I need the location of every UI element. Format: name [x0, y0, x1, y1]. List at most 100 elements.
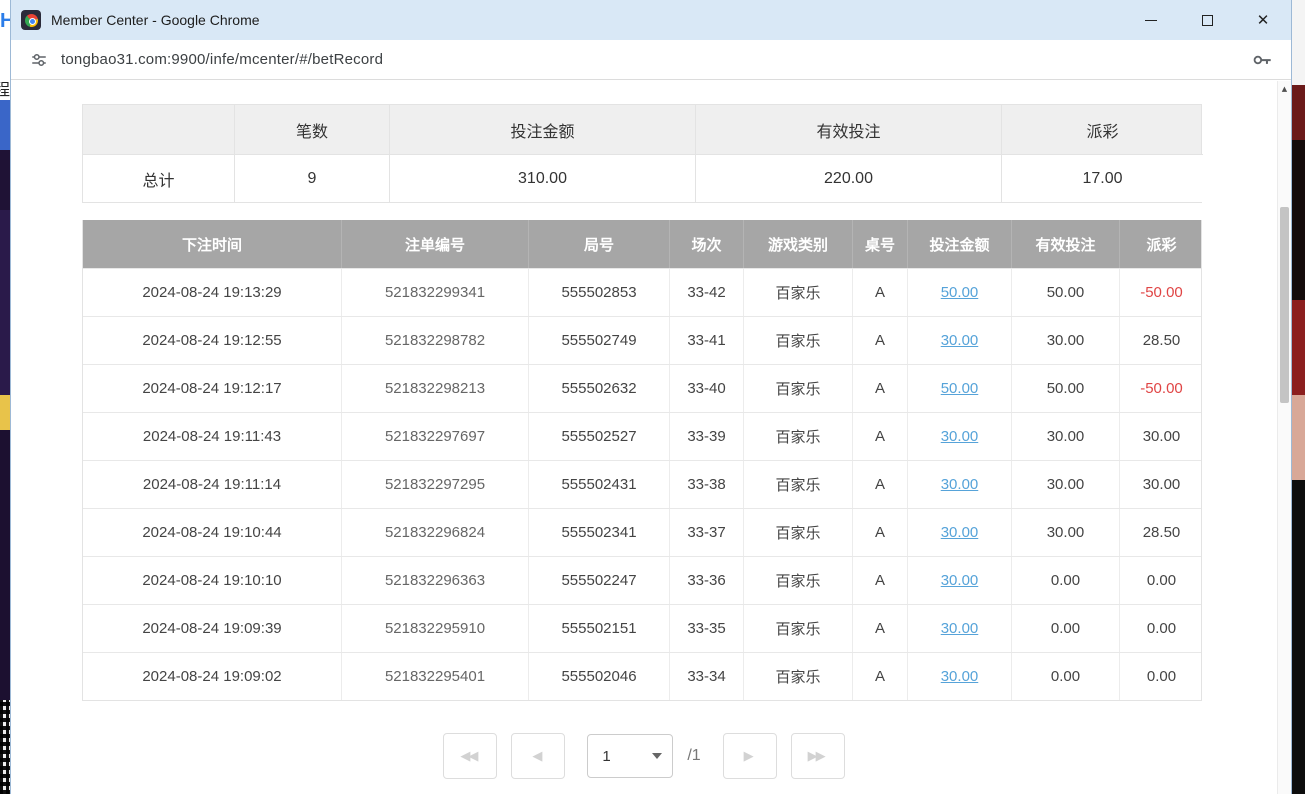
- table-cell: 2024-08-24 19:10:44: [83, 509, 342, 556]
- browser-window: Member Center - Google Chrome ✕ tongbao3…: [10, 0, 1292, 794]
- summary-header-row: 笔数投注金额有效投注派彩: [83, 105, 1201, 154]
- bet-amount-link[interactable]: 30.00: [941, 476, 979, 493]
- table-cell: 521832296824: [342, 509, 529, 556]
- summary-total-cell: 9: [235, 154, 390, 202]
- background-fragment: [1292, 85, 1305, 140]
- table-cell: 2024-08-24 19:09:02: [83, 653, 342, 700]
- table-row: 2024-08-24 19:10:10521832296363555502247…: [83, 556, 1201, 604]
- table-cell: 0.00: [1120, 653, 1203, 700]
- table-cell: 521832295910: [342, 605, 529, 652]
- table-cell: 30.00: [1012, 461, 1120, 508]
- table-cell: 2024-08-24 19:10:10: [83, 557, 342, 604]
- background-fragment: [1292, 0, 1305, 85]
- next-page-button[interactable]: ▶: [723, 733, 777, 779]
- background-right-strip: [1292, 0, 1305, 794]
- table-cell: A: [853, 653, 908, 700]
- table-row: 2024-08-24 19:12:17521832298213555502632…: [83, 364, 1201, 412]
- table-cell: 百家乐: [744, 317, 853, 364]
- close-button[interactable]: ✕: [1235, 0, 1291, 40]
- window-titlebar[interactable]: Member Center - Google Chrome ✕: [11, 0, 1291, 40]
- background-left-cjk: 程: [0, 76, 10, 100]
- bet-amount-link[interactable]: 50.00: [941, 284, 979, 301]
- table-cell: 33-34: [670, 653, 744, 700]
- bet-amount-link[interactable]: 30.00: [941, 524, 979, 541]
- prev-page-button[interactable]: ◀: [511, 733, 565, 779]
- bet-table-header-cell: 注单编号: [342, 220, 529, 268]
- table-row: 2024-08-24 19:11:43521832297697555502527…: [83, 412, 1201, 460]
- table-cell: 33-40: [670, 365, 744, 412]
- table-row: 2024-08-24 19:11:14521832297295555502431…: [83, 460, 1201, 508]
- bet-amount-link[interactable]: 30.00: [941, 620, 979, 637]
- table-cell: A: [853, 557, 908, 604]
- table-cell: 28.50: [1120, 509, 1203, 556]
- scrollbar-thumb[interactable]: [1280, 207, 1289, 403]
- close-icon: ✕: [1257, 13, 1270, 28]
- table-cell: 百家乐: [744, 269, 853, 316]
- bet-amount-link[interactable]: 50.00: [941, 380, 979, 397]
- table-cell: 2024-08-24 19:12:55: [83, 317, 342, 364]
- summary-header-cell: 笔数: [235, 105, 390, 154]
- table-cell: 2024-08-24 19:13:29: [83, 269, 342, 316]
- maximize-button[interactable]: [1179, 0, 1235, 40]
- bet-table-header-cell: 游戏类别: [744, 220, 853, 268]
- scrollbar[interactable]: ▲: [1277, 81, 1291, 794]
- table-cell: 0.00: [1012, 557, 1120, 604]
- window-controls: ✕: [1123, 0, 1291, 40]
- table-cell: 0.00: [1012, 605, 1120, 652]
- table-cell: 30.00: [1120, 461, 1203, 508]
- table-cell: 30.00: [908, 605, 1012, 652]
- table-cell: 555502151: [529, 605, 670, 652]
- table-cell: 33-37: [670, 509, 744, 556]
- bet-amount-link[interactable]: 30.00: [941, 668, 979, 685]
- last-page-button[interactable]: ▶▶: [791, 733, 845, 779]
- bet-table-header-cell: 投注金额: [908, 220, 1012, 268]
- summary-total-cell: 17.00: [1002, 154, 1203, 202]
- table-cell: A: [853, 413, 908, 460]
- background-fragment: [0, 430, 10, 700]
- summary-header-cell: 派彩: [1002, 105, 1203, 154]
- page-content: 笔数投注金额有效投注派彩 总计9310.00220.0017.00 下注时间注单…: [11, 81, 1277, 794]
- table-cell: 33-42: [670, 269, 744, 316]
- scroll-up-arrow[interactable]: ▲: [1278, 81, 1291, 96]
- table-cell: 2024-08-24 19:11:14: [83, 461, 342, 508]
- minimize-button[interactable]: [1123, 0, 1179, 40]
- table-cell: 30.00: [908, 557, 1012, 604]
- background-fragment: [0, 150, 10, 210]
- bet-table-header-cell: 派彩: [1120, 220, 1203, 268]
- address-bar: tongbao31.com:9900/infe/mcenter/#/betRec…: [11, 40, 1291, 80]
- table-cell: 33-41: [670, 317, 744, 364]
- background-fragment: [1292, 395, 1305, 480]
- table-cell: 百家乐: [744, 413, 853, 460]
- summary-header-cell: [83, 105, 235, 154]
- table-row: 2024-08-24 19:10:44521832296824555502341…: [83, 508, 1201, 556]
- bet-amount-link[interactable]: 30.00: [941, 572, 979, 589]
- table-cell: 555502749: [529, 317, 670, 364]
- bet-table-header-cell: 下注时间: [83, 220, 342, 268]
- site-settings-icon[interactable]: [25, 46, 53, 74]
- chevron-down-icon: [652, 753, 662, 759]
- bet-table-header-cell: 场次: [670, 220, 744, 268]
- table-cell: 50.00: [908, 365, 1012, 412]
- table-cell: 555502247: [529, 557, 670, 604]
- chrome-logo-icon: [21, 10, 41, 30]
- table-cell: 30.00: [1012, 413, 1120, 460]
- background-left-strip: H 程: [0, 0, 10, 794]
- background-fragment: [0, 395, 10, 430]
- table-cell: 2024-08-24 19:11:43: [83, 413, 342, 460]
- bet-amount-link[interactable]: 30.00: [941, 428, 979, 445]
- table-row: 2024-08-24 19:09:39521832295910555502151…: [83, 604, 1201, 652]
- page-select[interactable]: 1: [587, 734, 673, 778]
- bet-amount-link[interactable]: 30.00: [941, 332, 979, 349]
- password-key-icon[interactable]: [1251, 49, 1273, 76]
- first-page-button[interactable]: ◀◀: [443, 733, 497, 779]
- url-text[interactable]: tongbao31.com:9900/infe/mcenter/#/betRec…: [61, 51, 383, 68]
- table-cell: 百家乐: [744, 653, 853, 700]
- table-cell: A: [853, 461, 908, 508]
- table-cell: 2024-08-24 19:09:39: [83, 605, 342, 652]
- summary-total-cell: 220.00: [696, 154, 1002, 202]
- table-cell: 30.00: [1012, 317, 1120, 364]
- table-cell: 百家乐: [744, 557, 853, 604]
- bet-table-header-cell: 有效投注: [1012, 220, 1120, 268]
- table-cell: 30.00: [908, 509, 1012, 556]
- table-cell: 百家乐: [744, 509, 853, 556]
